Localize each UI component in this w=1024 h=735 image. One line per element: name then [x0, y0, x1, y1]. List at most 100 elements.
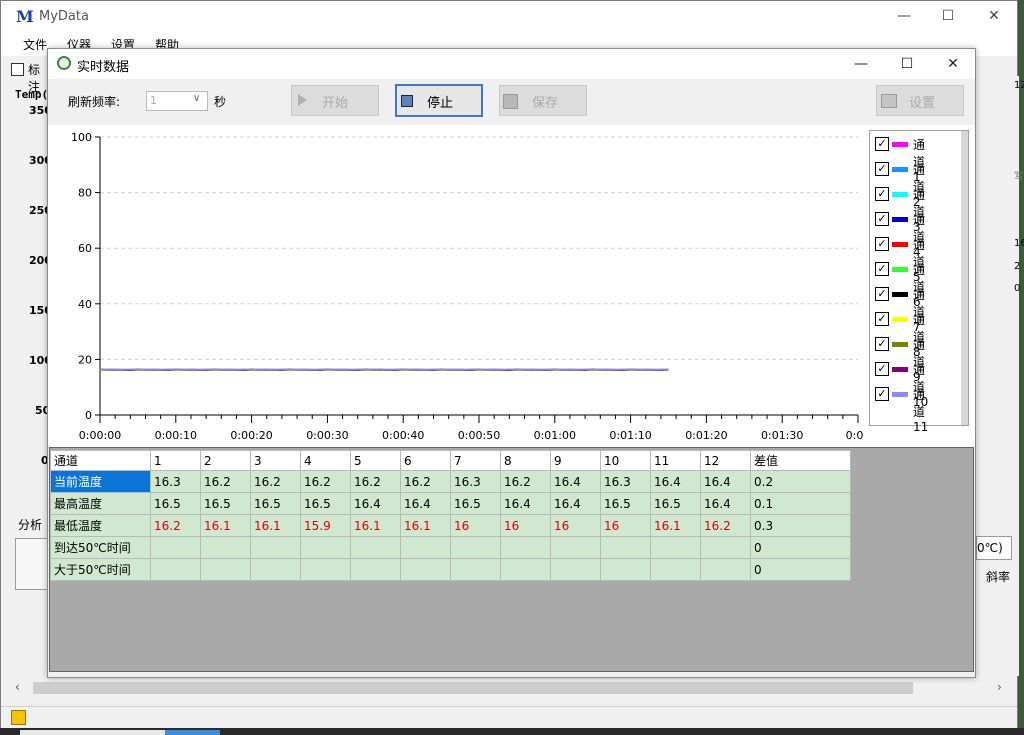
taskbar-item[interactable]: [20, 730, 165, 735]
table-cell[interactable]: 16.4: [650, 470, 701, 493]
column-header[interactable]: 6: [400, 450, 451, 471]
save-button[interactable]: 保存: [499, 85, 587, 116]
legend-checkbox[interactable]: ✓: [875, 262, 889, 276]
column-header[interactable]: 通道: [50, 450, 151, 471]
table-cell[interactable]: 16.2: [300, 470, 351, 493]
table-cell[interactable]: [700, 536, 751, 559]
column-header[interactable]: 5: [350, 450, 401, 471]
table-cell[interactable]: 16.4: [400, 492, 451, 515]
table-cell[interactable]: 16.5: [200, 492, 251, 515]
legend-checkbox[interactable]: ✓: [875, 362, 889, 376]
table-cell[interactable]: 16.5: [650, 492, 701, 515]
table-cell[interactable]: 16.2: [200, 470, 251, 493]
row-header[interactable]: 大于50℃时间: [50, 558, 151, 581]
table-cell[interactable]: [250, 536, 301, 559]
table-cell[interactable]: [600, 536, 651, 559]
maximize-button[interactable]: ☐: [925, 1, 971, 31]
table-cell[interactable]: [150, 558, 201, 581]
table-cell[interactable]: 16.4: [700, 492, 751, 515]
column-header[interactable]: 11: [650, 450, 701, 471]
row-header[interactable]: 最低温度: [50, 514, 151, 537]
legend-scrollbar[interactable]: [961, 131, 968, 425]
table-cell[interactable]: [400, 558, 451, 581]
table-cell[interactable]: [550, 558, 601, 581]
row-header[interactable]: 到达50℃时间: [50, 536, 151, 559]
table-cell[interactable]: 16.4: [350, 492, 401, 515]
analysis-tab[interactable]: 分析: [18, 516, 42, 533]
column-header[interactable]: 10: [600, 450, 651, 471]
table-cell[interactable]: [700, 558, 751, 581]
table-cell[interactable]: 16: [600, 514, 651, 537]
legend-checkbox[interactable]: ✓: [875, 312, 889, 326]
legend-checkbox[interactable]: ✓: [875, 337, 889, 351]
column-header[interactable]: 4: [300, 450, 351, 471]
table-cell[interactable]: [200, 558, 251, 581]
column-header[interactable]: 7: [450, 450, 501, 471]
resize-grip-icon[interactable]: [963, 671, 973, 677]
table-cell[interactable]: 16.2: [150, 514, 201, 537]
table-cell[interactable]: [650, 536, 701, 559]
table-cell[interactable]: [500, 558, 551, 581]
table-row[interactable]: 最低温度 16.2 16.1 16.1 15.9 16.1 16.1 16 16 16 16 16.1…: [50, 514, 851, 537]
table-cell[interactable]: [150, 536, 201, 559]
table-cell[interactable]: 16: [550, 514, 601, 537]
column-header[interactable]: 12: [700, 450, 751, 471]
table-cell[interactable]: 16.2: [700, 514, 751, 537]
legend-checkbox[interactable]: ✓: [875, 137, 889, 151]
table-cell[interactable]: 16.4: [500, 492, 551, 515]
table-cell[interactable]: 16.3: [450, 470, 501, 493]
scroll-thumb[interactable]: [33, 682, 913, 694]
table-row[interactable]: 最高温度 16.5 16.5 16.5 16.5 16.4 16.4 16.5 16.4 16.4…: [50, 492, 851, 515]
menu-file[interactable]: 文件: [23, 36, 47, 53]
table-cell[interactable]: [400, 536, 451, 559]
table-row[interactable]: 到达50℃时间 0: [50, 536, 851, 559]
table-cell[interactable]: [600, 558, 651, 581]
table-cell[interactable]: 16.1: [250, 514, 301, 537]
legend-checkbox[interactable]: ✓: [875, 212, 889, 226]
table-cell[interactable]: 16.5: [450, 492, 501, 515]
settings-button[interactable]: 设置: [876, 85, 964, 116]
table-cell[interactable]: 16.4: [550, 470, 601, 493]
column-header[interactable]: 1: [150, 450, 201, 471]
legend-checkbox[interactable]: ✓: [875, 387, 889, 401]
column-header[interactable]: 2: [200, 450, 251, 471]
column-header[interactable]: 9: [550, 450, 601, 471]
horizontal-scrollbar[interactable]: ‹ ›: [11, 679, 1009, 697]
scroll-left-icon[interactable]: ‹: [15, 680, 20, 694]
table-cell[interactable]: 16.2: [500, 470, 551, 493]
start-button[interactable]: 开始: [291, 85, 379, 116]
diff-cell[interactable]: 0: [750, 536, 851, 559]
minimize-button[interactable]: —: [881, 1, 927, 31]
table-row[interactable]: 大于50℃时间 0: [50, 558, 851, 581]
table-cell[interactable]: 16.5: [300, 492, 351, 515]
table-cell[interactable]: 16.1: [650, 514, 701, 537]
table-cell[interactable]: [350, 558, 401, 581]
table-cell[interactable]: 16: [500, 514, 551, 537]
table-cell[interactable]: 16.1: [350, 514, 401, 537]
table-cell[interactable]: 16.3: [150, 470, 201, 493]
table-cell[interactable]: 16.2: [350, 470, 401, 493]
refresh-rate-select[interactable]: 1 ∨: [146, 91, 208, 111]
row-header[interactable]: 最高温度: [50, 492, 151, 515]
table-cell[interactable]: 15.9: [300, 514, 351, 537]
legend-checkbox[interactable]: ✓: [875, 237, 889, 251]
diff-cell[interactable]: 0.1: [750, 492, 851, 515]
table-cell[interactable]: [200, 536, 251, 559]
legend-checkbox[interactable]: ✓: [875, 287, 889, 301]
dialog-maximize-button[interactable]: ☐: [884, 49, 930, 79]
close-button[interactable]: ✕: [971, 1, 1017, 31]
table-cell[interactable]: [350, 536, 401, 559]
taskbar-item[interactable]: [165, 730, 220, 735]
table-cell[interactable]: 16.1: [200, 514, 251, 537]
table-cell[interactable]: 16.4: [700, 470, 751, 493]
table-cell[interactable]: [450, 536, 501, 559]
table-row[interactable]: 当前温度 16.3 16.2 16.2 16.2 16.2 16.2 16.3 16.2 16.4…: [50, 470, 851, 493]
table-cell[interactable]: 16.5: [600, 492, 651, 515]
column-header[interactable]: 8: [500, 450, 551, 471]
diff-cell[interactable]: 0.3: [750, 514, 851, 537]
table-cell[interactable]: 16.4: [550, 492, 601, 515]
column-header[interactable]: 差值: [750, 450, 851, 471]
diff-cell[interactable]: 0: [750, 558, 851, 581]
column-header[interactable]: 3: [250, 450, 301, 471]
mark-checkbox[interactable]: [11, 63, 24, 76]
